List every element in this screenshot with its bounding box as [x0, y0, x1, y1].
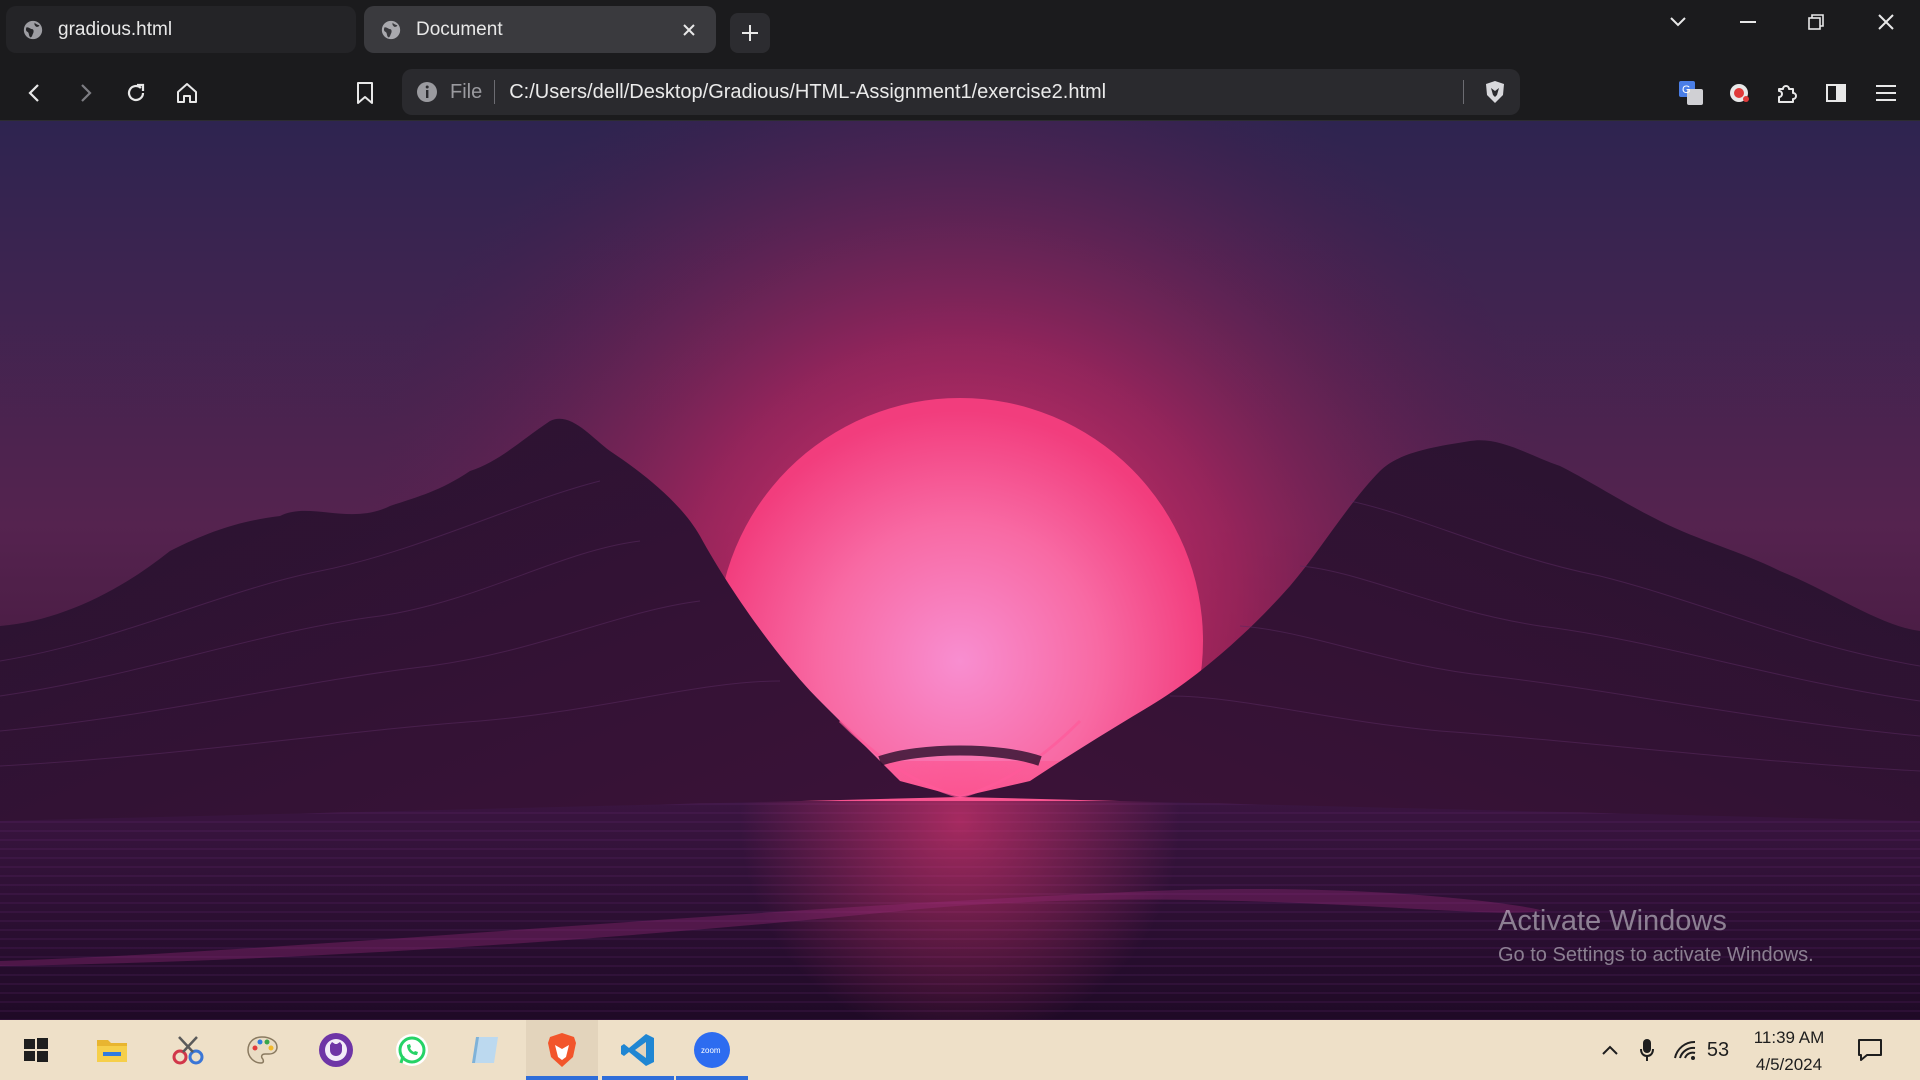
taskbar-paint[interactable]: [226, 1020, 298, 1080]
vscode-icon: [621, 1034, 654, 1066]
back-button[interactable]: [16, 74, 54, 112]
microphone-tray[interactable]: [1634, 1020, 1660, 1080]
svg-text:zoom: zoom: [701, 1046, 721, 1055]
running-indicator: [602, 1076, 674, 1080]
notification-center-button[interactable]: [1850, 1020, 1890, 1080]
reload-button[interactable]: [117, 74, 155, 112]
page-content: Activate Windows Go to Settings to activ…: [0, 121, 1920, 1020]
synthwave-sunset-image: [0, 121, 1920, 1020]
clock-date: 4/5/2024: [1755, 1055, 1823, 1074]
arrow-left-icon: [28, 84, 39, 102]
svg-text:G: G: [1682, 84, 1691, 96]
divider: [1463, 80, 1464, 104]
watermark-subtitle: Go to Settings to activate Windows.: [1498, 944, 1814, 966]
arrow-right-icon: [81, 84, 92, 102]
brave-lion-icon: [548, 1033, 576, 1067]
tab-strip: gradious.html Document: [0, 0, 1920, 64]
start-button[interactable]: [0, 1020, 72, 1080]
tab-search-button[interactable]: [1644, 0, 1712, 44]
close-tab-icon[interactable]: [678, 19, 700, 41]
taskbar-snipping-tool[interactable]: [152, 1020, 224, 1080]
home-icon: [177, 83, 197, 103]
info-icon[interactable]: [416, 81, 438, 103]
tab-title: Document: [416, 18, 503, 40]
activate-windows-watermark: Activate Windows Go to Settings to activ…: [1498, 905, 1814, 967]
browser-toolbar: File C:/Users/dell/Desktop/Gradious/HTML…: [0, 64, 1920, 121]
chevron-up-icon: [1602, 1045, 1618, 1055]
taskbar-vscode[interactable]: [602, 1020, 674, 1080]
extension-record-button[interactable]: [1720, 74, 1758, 112]
whatsapp-icon: [396, 1034, 428, 1066]
battery-percentage[interactable]: 53: [1702, 1020, 1734, 1080]
minimize-button[interactable]: [1714, 0, 1782, 44]
sidebar-icon: [1826, 84, 1846, 102]
wifi-icon: [1674, 1040, 1696, 1060]
bookmark-icon: [357, 82, 373, 104]
running-indicator: [676, 1076, 748, 1080]
brave-shields-icon[interactable]: [1482, 79, 1508, 105]
close-window-button[interactable]: [1852, 0, 1920, 44]
github-icon: [319, 1033, 353, 1067]
sidebar-button[interactable]: [1817, 74, 1855, 112]
puzzle-icon: [1778, 85, 1797, 103]
menu-button[interactable]: [1867, 74, 1905, 112]
translate-button[interactable]: G: [1672, 74, 1710, 112]
address-bar[interactable]: File C:/Users/dell/Desktop/Gradious/HTML…: [402, 69, 1520, 115]
show-hidden-icons-button[interactable]: [1596, 1020, 1624, 1080]
zoom-icon: zoom: [694, 1032, 730, 1068]
url-scheme: File: [450, 80, 483, 103]
translate-icon: G: [1679, 81, 1703, 105]
microphone-icon: [1640, 1039, 1654, 1061]
windows-taskbar: zoom 53 11:39 AM 4/5/2024: [0, 1020, 1920, 1080]
globe-icon: [23, 20, 43, 39]
plus-icon: [742, 25, 758, 41]
taskbar-brave-browser[interactable]: [526, 1020, 598, 1080]
reload-icon: [127, 83, 145, 102]
url-text[interactable]: C:/Users/dell/Desktop/Gradious/HTML-Assi…: [509, 81, 1520, 104]
running-indicator: [526, 1076, 598, 1080]
globe-icon: [381, 20, 401, 39]
folder-icon: [97, 1040, 127, 1062]
taskbar-file-explorer[interactable]: [76, 1020, 148, 1080]
watermark-title: Activate Windows: [1498, 905, 1727, 937]
tab-title: gradious.html: [58, 18, 173, 40]
windows-logo-icon: [24, 1038, 48, 1062]
tab-gradious[interactable]: gradious.html: [6, 6, 356, 53]
url-separator: [494, 80, 496, 104]
restore-icon: [1808, 14, 1824, 30]
notepad-icon: [472, 1037, 498, 1063]
minimize-icon: [1740, 21, 1756, 23]
new-tab-button[interactable]: [730, 13, 770, 53]
hamburger-menu-icon: [1876, 85, 1896, 101]
record-icon: [1730, 84, 1749, 102]
close-icon: [1878, 14, 1894, 30]
restore-button[interactable]: [1782, 0, 1850, 44]
taskbar-whatsapp[interactable]: [376, 1020, 448, 1080]
taskbar-zoom[interactable]: zoom: [676, 1020, 748, 1080]
taskbar-notepad[interactable]: [450, 1020, 522, 1080]
bookmark-button[interactable]: [346, 74, 384, 112]
tab-document[interactable]: Document: [364, 6, 716, 53]
extensions-button[interactable]: [1768, 74, 1806, 112]
clock-time: 11:39 AM: [1753, 1028, 1825, 1047]
wifi-tray[interactable]: [1670, 1020, 1700, 1080]
taskbar-github-desktop[interactable]: [300, 1020, 372, 1080]
scissors-icon: [172, 1036, 204, 1065]
system-clock[interactable]: 11:39 AM 4/5/2024: [1734, 1024, 1844, 1078]
chevron-down-icon: [1670, 17, 1686, 27]
palette-icon: [247, 1036, 278, 1064]
forward-button[interactable]: [66, 74, 104, 112]
notification-icon: [1858, 1039, 1882, 1061]
home-button[interactable]: [168, 74, 206, 112]
